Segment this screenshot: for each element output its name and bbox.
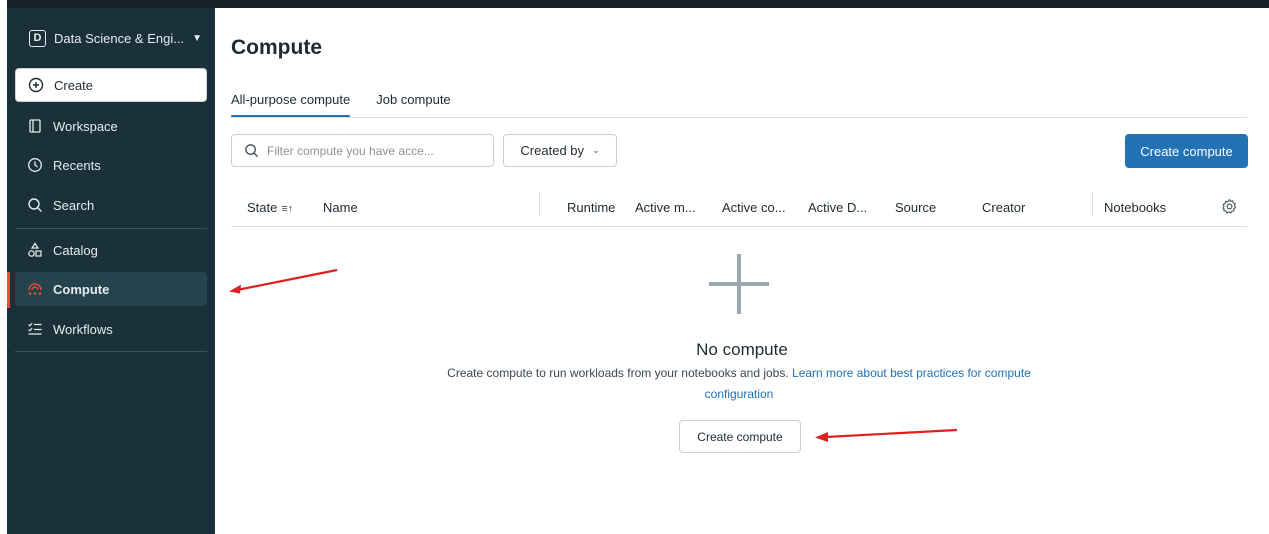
compute-icon xyxy=(28,283,42,295)
workspace-icon xyxy=(29,119,41,133)
sidebar-item-label: Recents xyxy=(53,157,101,173)
sort-ascending-icon: ≡↑ xyxy=(281,203,294,215)
sidebar-item-label: Workspace xyxy=(53,118,118,134)
annotation-arrow-icon xyxy=(815,428,958,442)
column-header-active-memory[interactable]: Active m... xyxy=(635,200,696,215)
empty-state-text: Create compute to run workloads from you… xyxy=(447,366,789,380)
active-indicator xyxy=(7,272,10,308)
search-icon xyxy=(28,198,42,212)
column-header-runtime[interactable]: Runtime xyxy=(567,200,615,215)
page-title: Compute xyxy=(231,36,322,59)
catalog-icon xyxy=(28,242,42,257)
sidebar-item-catalog[interactable]: Catalog xyxy=(15,233,207,267)
column-header-name[interactable]: Name xyxy=(323,200,358,215)
create-compute-button[interactable]: Create compute xyxy=(1125,134,1248,168)
top-bar xyxy=(0,0,1269,8)
sidebar-item-search[interactable]: Search xyxy=(15,188,207,222)
gear-icon[interactable] xyxy=(1221,198,1238,215)
sidebar-item-workspace[interactable]: Workspace xyxy=(15,109,207,143)
table-header: State ≡↑ Name Runtime Active m... Active … xyxy=(231,190,1247,227)
empty-state-plus-icon xyxy=(709,254,769,314)
left-gutter xyxy=(0,0,7,534)
filter-label: Created by xyxy=(520,143,585,158)
plus-circle-icon xyxy=(28,77,44,93)
annotation-arrow-icon xyxy=(229,268,338,294)
workspace-name: Data Science & Engi... xyxy=(54,30,185,46)
column-separator xyxy=(1092,192,1093,216)
empty-state-create-compute-button[interactable]: Create compute xyxy=(679,420,801,453)
workspace-badge: D xyxy=(29,29,46,47)
created-by-filter[interactable]: Created by ⌄ xyxy=(503,134,617,167)
sidebar-divider xyxy=(15,228,207,229)
clock-icon xyxy=(28,158,42,172)
search-input[interactable] xyxy=(267,143,467,158)
sidebar: D Data Science & Engi... ▼ Create Worksp… xyxy=(7,8,215,534)
column-header-notebooks[interactable]: Notebooks xyxy=(1104,200,1166,215)
tabs-divider xyxy=(231,117,1247,118)
sidebar-item-workflows[interactable]: Workflows xyxy=(15,312,207,346)
empty-state-description: Create compute to run workloads from you… xyxy=(429,363,1049,405)
column-header-active-cores[interactable]: Active co... xyxy=(722,200,786,215)
caret-down-icon: ▼ xyxy=(192,32,202,44)
search-icon xyxy=(245,144,259,158)
column-separator xyxy=(539,192,540,216)
create-button[interactable]: Create xyxy=(15,68,207,102)
sidebar-item-recents[interactable]: Recents xyxy=(15,148,207,182)
column-header-active-dbu[interactable]: Active D... xyxy=(808,200,867,215)
empty-state-title: No compute xyxy=(696,340,788,359)
sidebar-divider xyxy=(15,351,207,352)
column-header-creator[interactable]: Creator xyxy=(982,200,1025,215)
sidebar-item-label: Catalog xyxy=(53,242,98,258)
sidebar-item-label: Search xyxy=(53,197,95,213)
workspace-switcher[interactable]: D Data Science & Engi... ▼ xyxy=(15,20,207,56)
create-label: Create xyxy=(54,77,94,93)
chevron-down-icon: ⌄ xyxy=(592,145,600,155)
filter-search-box[interactable] xyxy=(231,134,494,167)
workflows-icon xyxy=(28,322,42,335)
column-header-state[interactable]: State ≡↑ xyxy=(247,200,293,215)
column-header-source[interactable]: Source xyxy=(895,200,936,215)
sidebar-item-label: Workflows xyxy=(53,321,113,337)
tab-job-compute[interactable]: Job compute xyxy=(376,92,450,118)
tabs: All-purpose compute Job compute xyxy=(231,92,451,118)
sidebar-item-label: Compute xyxy=(53,281,110,297)
sidebar-item-compute[interactable]: Compute xyxy=(15,272,207,306)
tab-all-purpose-compute[interactable]: All-purpose compute xyxy=(231,92,351,118)
main-content: Compute All-purpose compute Job compute … xyxy=(215,8,1269,534)
